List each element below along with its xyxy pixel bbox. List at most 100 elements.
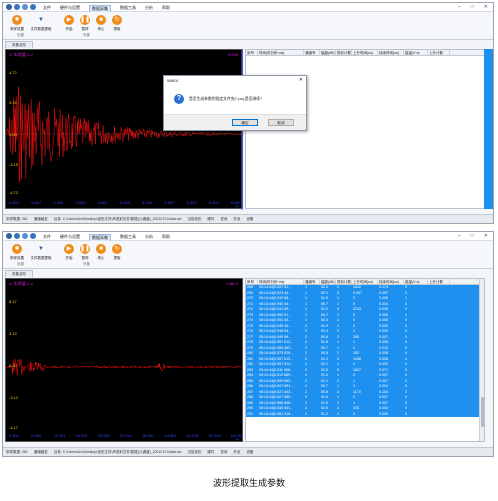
close-icon[interactable]: ✕ bbox=[299, 77, 303, 83]
status-query: 查询 bbox=[220, 449, 228, 454]
x-tick-label: 44.801 bbox=[164, 433, 177, 438]
table-scrollbar[interactable] bbox=[479, 279, 484, 441]
gear-icon: ✹ bbox=[12, 15, 22, 25]
undo-icon[interactable] bbox=[30, 4, 36, 10]
column-header[interactable]: 幅度(dB) bbox=[320, 279, 336, 284]
column-header[interactable]: 上升计数 bbox=[428, 279, 450, 284]
title-bar: 文件 硬件与设置 数据采集 数据工具 分析 帮助 – □ ✕ bbox=[3, 3, 493, 13]
ribbon-group-settings: 设置 bbox=[17, 33, 24, 37]
status-count: 采样数据: 261 bbox=[6, 216, 28, 221]
save-icon[interactable] bbox=[14, 233, 20, 239]
side-selection-strip bbox=[484, 49, 493, 209]
status-count: 采样数据: 261 bbox=[6, 449, 28, 454]
column-header[interactable]: 持续时间(us) bbox=[378, 50, 404, 55]
column-header[interactable]: 上升计数 bbox=[428, 50, 450, 55]
column-header[interactable]: 时间(时分秒.ms) bbox=[258, 50, 304, 55]
x-tick-label: 2.000 bbox=[75, 200, 86, 205]
column-header[interactable]: 通道号 bbox=[304, 50, 320, 55]
parameter-table[interactable]: 序号 时间(时分秒.ms) 通道号 幅度(dB) 振铃计数 上升时间(us) 持续时间(us… bbox=[245, 278, 485, 442]
column-header[interactable]: 振铃计数 bbox=[336, 50, 352, 55]
waveform-trace bbox=[6, 358, 242, 376]
close-icon[interactable]: ✕ bbox=[484, 4, 488, 10]
title-bar: 文件 硬件与设置 数据采集 数据工具 分析 帮助 – □ ✕ bbox=[3, 232, 493, 242]
status-path: 目录: C:\Users\Arc\Desktop\波形文件\声发射文件\数据(六… bbox=[53, 449, 182, 454]
maximize-icon[interactable]: □ bbox=[471, 4, 474, 10]
file-extract-button[interactable]: ▼ 文件数据提取 bbox=[31, 15, 52, 32]
table-cell: 1 bbox=[337, 411, 339, 416]
tab-waveform[interactable]: 采集波形 bbox=[5, 270, 33, 277]
maximize-icon[interactable]: □ bbox=[471, 233, 474, 239]
column-header[interactable]: 能量(V·s) bbox=[404, 50, 428, 55]
table-cell: 51.2 bbox=[321, 411, 328, 416]
status-hw: 硬件 bbox=[207, 449, 215, 454]
figure-caption: 波形提取生成参数 bbox=[212, 478, 285, 488]
minimize-icon[interactable]: – bbox=[458, 4, 461, 10]
y-tick-label: 4.72 bbox=[9, 70, 17, 75]
x-tick-label: 19.201 bbox=[75, 433, 88, 438]
extract-icon: ↻ bbox=[112, 15, 122, 25]
column-header[interactable]: 序号 bbox=[246, 279, 258, 284]
cursor-value: 5.88 V bbox=[226, 281, 238, 286]
pause-icon: ❚❚ bbox=[79, 15, 91, 25]
column-header[interactable]: 时间(时分秒.ms) bbox=[258, 279, 304, 284]
app-window-bottom: 文件 硬件与设置 数据采集 数据工具 分析 帮助 – □ ✕ ✹ 采样设置 ▼ … bbox=[2, 231, 494, 457]
channel-legend: V: 实时值-1.V bbox=[9, 52, 34, 57]
column-header[interactable]: 通道号 bbox=[304, 279, 320, 284]
extract-button[interactable]: ↻ 提取 bbox=[109, 15, 125, 32]
document-tabs: 采集波形 bbox=[5, 270, 33, 277]
x-tick-label: 51.201 bbox=[186, 433, 199, 438]
x-tick-label: 4.000 bbox=[142, 200, 153, 205]
sampling-settings-button[interactable]: ✹ 采样设置 bbox=[9, 15, 25, 32]
column-header[interactable]: 振铃计数 bbox=[336, 279, 352, 284]
status-query: 查询 bbox=[220, 216, 228, 221]
sampling-settings-button[interactable]: ✹ 采样设置 bbox=[9, 244, 25, 261]
file-extract-button[interactable]: ▼ 文件数据提取 bbox=[31, 244, 52, 261]
column-header[interactable]: 上升时间(us) bbox=[352, 50, 378, 55]
tab-waveform[interactable]: 采集波形 bbox=[5, 41, 33, 48]
open-icon[interactable] bbox=[22, 233, 28, 239]
column-header[interactable]: 能量(V·s) bbox=[404, 279, 428, 284]
status-current: 当前波形 bbox=[187, 449, 202, 454]
stop-icon: ■ bbox=[96, 15, 106, 25]
open-icon[interactable] bbox=[22, 4, 28, 10]
x-unit: ms bbox=[235, 437, 239, 441]
y-tick-label: 0.00 bbox=[9, 132, 17, 137]
ok-button[interactable]: 确定 bbox=[232, 119, 258, 126]
column-header[interactable]: 幅度(dB) bbox=[320, 50, 336, 55]
gear-icon: ✹ bbox=[12, 244, 22, 254]
y-tick-label: -4.17 bbox=[9, 425, 19, 430]
table-cell: 05:14:44(0.561 418... bbox=[259, 411, 294, 416]
y-tick-label: 3.12 bbox=[9, 331, 17, 336]
status-ext: 外设 bbox=[233, 216, 241, 221]
table-row[interactable]: 291 05:14:44(0.561 418... 2 51.2 1 0 0.006 0 bbox=[246, 411, 484, 417]
close-icon[interactable]: ✕ bbox=[484, 233, 488, 239]
ribbon-group-acquire: 采集 bbox=[83, 262, 90, 266]
column-header[interactable]: 上升时间(us) bbox=[352, 279, 378, 284]
x-axis-labels: 0.000 6.400 12.301 19.201 25.601 32.001 38.401… bbox=[6, 433, 243, 438]
column-header[interactable]: 持续时间(us) bbox=[378, 279, 404, 284]
waveform-plot[interactable]: V: 实时值-1.V 5.88 V 8.17 3.12 0.00 -3.12 -… bbox=[5, 278, 243, 442]
status-bar: 采样数据: 261 通道触发 目录: C:\Users\Arc\Desktop\… bbox=[3, 447, 493, 456]
x-axis-labels: 0.000 0.667 1.333 2.000 2.667 3.333 4.000 4.667… bbox=[6, 200, 242, 205]
y-tick-label: -4.72 bbox=[9, 190, 19, 195]
extract-icon: ↻ bbox=[112, 244, 122, 254]
question-icon: ? bbox=[174, 94, 184, 104]
save-icon[interactable] bbox=[14, 4, 20, 10]
x-tick-label: 57.601 bbox=[208, 433, 222, 438]
status-current: 当前波形 bbox=[187, 216, 202, 221]
app-logo-icon bbox=[6, 233, 12, 239]
y-tick-label: 3.15 bbox=[9, 100, 17, 105]
x-tick-label: 25.601 bbox=[97, 433, 111, 438]
play-icon: ▶ bbox=[64, 244, 74, 254]
minimize-icon[interactable]: – bbox=[458, 233, 461, 239]
x-tick-label: 0.000 bbox=[9, 433, 20, 438]
cancel-button[interactable]: 取消 bbox=[268, 119, 294, 126]
x-unit: ms bbox=[235, 204, 239, 208]
column-header[interactable]: 序号 bbox=[246, 50, 258, 55]
extract-button[interactable]: ↻ 提取 bbox=[109, 244, 125, 261]
table-cell: 0 bbox=[353, 411, 355, 416]
dialog-footer: 确定 取消 bbox=[164, 114, 306, 130]
scrollbar-thumb[interactable] bbox=[481, 397, 484, 427]
undo-icon[interactable] bbox=[30, 233, 36, 239]
x-tick-label: 5.333 bbox=[186, 200, 197, 205]
